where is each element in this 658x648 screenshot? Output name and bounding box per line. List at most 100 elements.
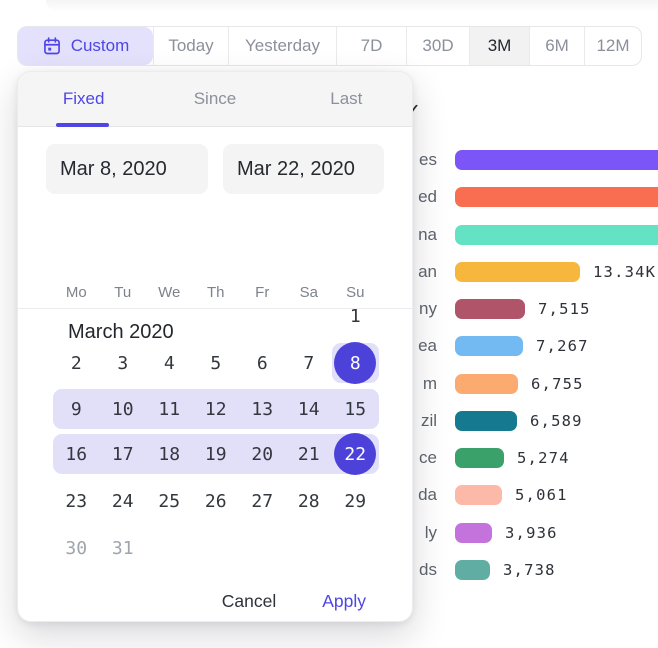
day-number: 31 [112, 538, 134, 559]
range-button-today[interactable]: Today [153, 27, 228, 65]
cancel-button[interactable]: Cancel [222, 591, 276, 612]
day-cell-17[interactable]: 17 [100, 434, 147, 474]
day-cell-8[interactable]: 8 [332, 343, 379, 383]
day-number: 20 [251, 444, 273, 465]
day-number: 26 [205, 491, 227, 512]
country-value: 7,515 [538, 300, 591, 318]
day-cell-20[interactable]: 20 [239, 434, 286, 474]
active-tab-underline [56, 123, 109, 128]
day-number: 12 [205, 399, 227, 420]
country-bar[interactable] [455, 374, 518, 394]
day-cell-empty [193, 296, 240, 336]
range-button-yesterday[interactable]: Yesterday [228, 27, 336, 65]
country-bar[interactable] [455, 299, 525, 319]
day-cell-30[interactable]: 30 [53, 528, 100, 568]
day-cell-1[interactable]: 1 [332, 296, 379, 336]
country-value: 13.34K [593, 263, 656, 281]
country-value: 7,267 [536, 337, 589, 355]
calendar-week-row: 23 24 25 26 27 28 29 [53, 481, 379, 521]
day-cell-10[interactable]: 10 [100, 389, 147, 429]
day-cell-26[interactable]: 26 [193, 481, 240, 521]
day-cell-18[interactable]: 18 [146, 434, 193, 474]
country-value: 5,061 [515, 486, 568, 504]
day-cell-31[interactable]: 31 [100, 528, 147, 568]
day-number: 19 [205, 444, 227, 465]
tab-fixed[interactable]: Fixed [18, 72, 149, 126]
day-cell-empty [332, 528, 379, 568]
country-bar[interactable] [455, 523, 492, 543]
day-cell-22[interactable]: 22 [332, 434, 379, 474]
day-number: 6 [257, 353, 268, 374]
day-cell-12[interactable]: 12 [193, 389, 240, 429]
day-number: 4 [164, 353, 175, 374]
day-cell-27[interactable]: 27 [239, 481, 286, 521]
day-cell-19[interactable]: 19 [193, 434, 240, 474]
country-bar[interactable] [455, 411, 517, 431]
country-value: 3,936 [505, 524, 558, 542]
country-bar[interactable] [455, 262, 580, 282]
range-button-30d[interactable]: 30D [406, 27, 469, 65]
day-number: 5 [210, 353, 221, 374]
end-date-value: Mar 22, 2020 [237, 158, 355, 181]
day-number: 28 [298, 491, 320, 512]
day-number: 18 [158, 444, 180, 465]
day-number: 27 [251, 491, 273, 512]
popup-actions: Cancel Apply [222, 584, 366, 618]
day-cell-empty [239, 296, 286, 336]
day-number: 30 [65, 538, 87, 559]
tab-since[interactable]: Since [149, 72, 280, 126]
country-bar[interactable] [455, 225, 658, 245]
day-number: 7 [303, 353, 314, 374]
country-bar[interactable] [455, 560, 490, 580]
country-value: 5,274 [517, 449, 570, 467]
day-cell-25[interactable]: 25 [146, 481, 193, 521]
country-bar[interactable] [455, 448, 504, 468]
country-value: 6,755 [531, 375, 584, 393]
day-cell-empty [286, 296, 333, 336]
day-number: 11 [158, 399, 180, 420]
day-cell-4[interactable]: 4 [146, 343, 193, 383]
day-cell-24[interactable]: 24 [100, 481, 147, 521]
day-number: 10 [112, 399, 134, 420]
day-number: 29 [344, 491, 366, 512]
day-cell-empty [146, 528, 193, 568]
day-cell-28[interactable]: 28 [286, 481, 333, 521]
tab-last[interactable]: Last [281, 72, 412, 126]
calendar-week-row: 1617 18 19 20 21 22 [53, 434, 379, 474]
day-cell-11[interactable]: 11 [146, 389, 193, 429]
country-bar[interactable] [455, 336, 523, 356]
custom-range-label: Custom [71, 36, 130, 56]
start-date-input[interactable]: Mar 8, 2020 [46, 144, 208, 194]
day-cell-23[interactable]: 23 [53, 481, 100, 521]
day-cell-5[interactable]: 5 [193, 343, 240, 383]
day-cell-7[interactable]: 7 [286, 343, 333, 383]
day-cell-empty [100, 296, 147, 336]
country-bar[interactable] [455, 150, 658, 170]
country-value: 3,738 [503, 561, 556, 579]
day-number: 22 [344, 444, 366, 465]
apply-button[interactable]: Apply [322, 591, 366, 612]
day-cell-29[interactable]: 29 [332, 481, 379, 521]
day-number: 24 [112, 491, 134, 512]
day-cell-13[interactable]: 13 [239, 389, 286, 429]
day-cell-6[interactable]: 6 [239, 343, 286, 383]
range-button-12m[interactable]: 12M [584, 27, 641, 65]
day-number: 23 [65, 491, 87, 512]
day-cell-21[interactable]: 21 [286, 434, 333, 474]
day-cell-9[interactable]: 9 [53, 389, 100, 429]
day-cell-3[interactable]: 3 [100, 343, 147, 383]
range-button-7d[interactable]: 7D [336, 27, 406, 65]
country-bar[interactable] [455, 485, 502, 505]
country-bar[interactable] [455, 187, 658, 207]
range-button-6m[interactable]: 6M [529, 27, 584, 65]
start-date-value: Mar 8, 2020 [60, 158, 167, 181]
day-cell-empty [146, 296, 193, 336]
custom-range-button[interactable]: Custom [18, 27, 153, 65]
day-cell-15[interactable]: 15 [332, 389, 379, 429]
range-button-3m[interactable]: 3M [469, 27, 529, 65]
day-cell-14[interactable]: 14 [286, 389, 333, 429]
end-date-input[interactable]: Mar 22, 2020 [223, 144, 384, 194]
day-cell-16[interactable]: 16 [53, 434, 100, 474]
day-number: 3 [117, 353, 128, 374]
day-cell-2[interactable]: 2 [53, 343, 100, 383]
